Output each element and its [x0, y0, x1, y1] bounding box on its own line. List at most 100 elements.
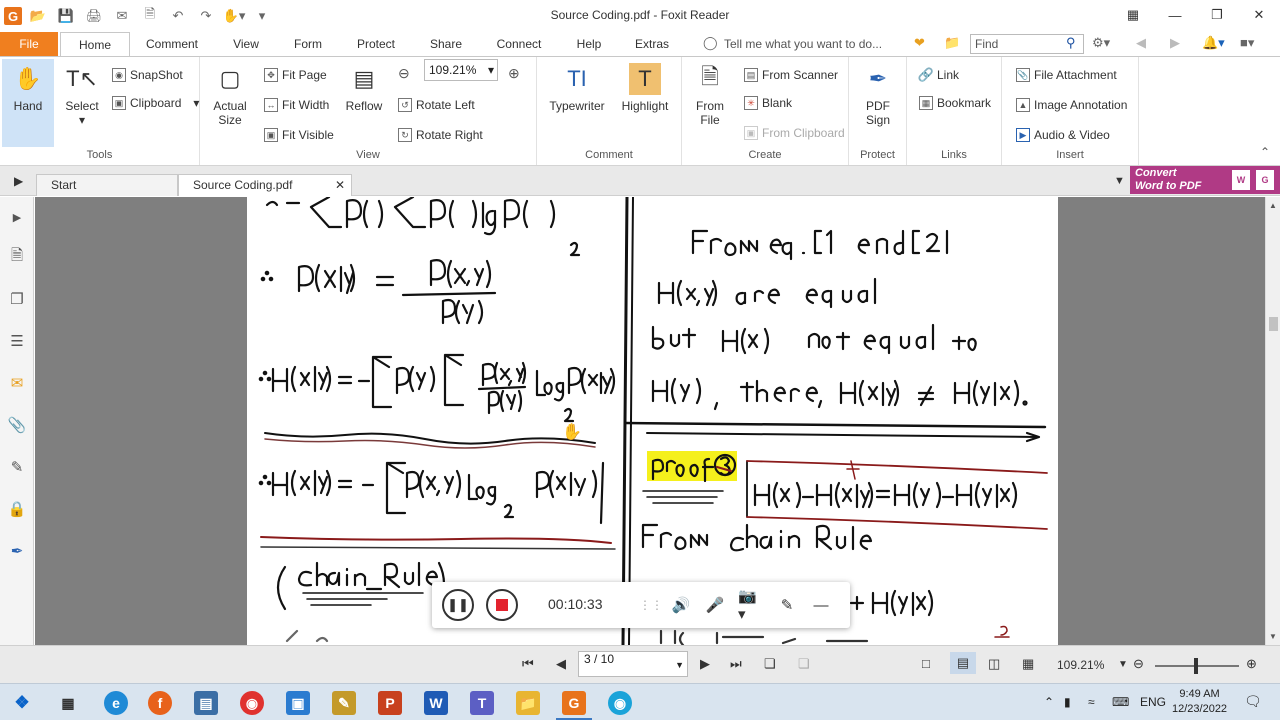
pause-recording-button[interactable]: ❚❚ [442, 589, 474, 621]
facing-view-icon[interactable]: ◫ [988, 656, 1000, 672]
undo-icon[interactable]: ↶ [166, 6, 190, 26]
foxit-reader-taskbar-icon[interactable]: G [562, 691, 586, 715]
firefox-icon[interactable]: f [148, 691, 172, 715]
signature-panel-icon[interactable]: ✎ [7, 457, 27, 477]
close-button[interactable]: ✕ [1238, 0, 1280, 30]
certify-icon[interactable]: ✒ [7, 541, 27, 561]
search-folder-icon[interactable]: 📁 [944, 35, 960, 51]
windows-start-icon[interactable]: ❖ [10, 691, 34, 715]
clipboard-button[interactable]: ▣ Clipboard ▾ [112, 93, 199, 113]
image-annotation-button[interactable]: ▲ Image Annotation [1016, 95, 1127, 115]
continuous-facing-icon[interactable]: ▦ [1022, 656, 1034, 672]
task-view-icon[interactable]: ▦ [56, 691, 80, 715]
vertical-scrollbar[interactable]: ▲ ▼ [1265, 197, 1280, 645]
pdf-sign-button[interactable]: ✒ PDF Sign [852, 59, 904, 147]
scroll-thumb[interactable] [1269, 317, 1278, 331]
language-indicator[interactable]: ENG [1140, 695, 1166, 709]
attachments-icon[interactable]: 📎 [7, 415, 27, 435]
drag-handle-icon[interactable]: ⋮⋮ [639, 594, 663, 616]
gear-icon[interactable]: ⚙▾ [1092, 35, 1110, 51]
zoom-in-icon[interactable]: ⊕ [508, 65, 520, 82]
save-icon[interactable]: 💾 [54, 6, 78, 26]
back-icon[interactable]: ◀ [1136, 35, 1146, 51]
page-number-input[interactable]: 3 / 10 ▼ [578, 651, 688, 677]
fit-visible-button[interactable]: ▣ Fit Visible [264, 125, 334, 145]
edge-browser-icon[interactable]: e [104, 691, 128, 715]
show-hidden-icons[interactable]: ⌃ [1044, 695, 1054, 709]
previous-view-icon[interactable]: ❏ [764, 656, 776, 672]
system-clock[interactable]: 9:49 AM 12/23/2022 [1172, 687, 1227, 717]
chrome-icon[interactable]: ◉ [240, 691, 264, 715]
pdf-page[interactable] [247, 197, 1058, 645]
comments-icon[interactable]: ✉ [7, 373, 27, 393]
next-page-icon[interactable]: ▶ [700, 656, 710, 672]
restore-button[interactable]: ❐ [1196, 0, 1238, 30]
tab-home[interactable]: Home [60, 32, 130, 57]
audio-video-button[interactable]: ▶ Audio & Video [1016, 125, 1110, 145]
remote-desktop-icon[interactable]: ▣ [286, 691, 310, 715]
minimize-button[interactable]: — [1154, 0, 1196, 30]
document-viewport[interactable] [35, 197, 1265, 645]
battery-icon[interactable]: ▮ [1064, 695, 1071, 709]
powerpoint-icon[interactable]: P [378, 691, 402, 715]
bookmark-button[interactable]: ▦ Bookmark [919, 93, 991, 113]
pages-icon[interactable]: ❐ [7, 289, 27, 309]
tell-me-input[interactable]: Tell me what you want to do... [724, 37, 882, 51]
scroll-up-icon[interactable]: ▲ [1269, 201, 1277, 210]
previous-page-icon[interactable]: ◀ [556, 656, 566, 672]
user-icon[interactable]: ■▾ [1240, 35, 1254, 51]
expand-panel-icon[interactable]: ▶ [7, 207, 27, 227]
tab-start[interactable]: Start [36, 174, 178, 196]
collapse-ribbon-icon[interactable]: ⌃ [1260, 145, 1270, 159]
fit-width-button[interactable]: ↔ Fit Width [264, 95, 329, 115]
zoom-in-status-icon[interactable]: ⊕ [1246, 656, 1257, 672]
computer-icon[interactable]: ▤ [194, 691, 218, 715]
speaker-icon[interactable]: 🔊 [670, 594, 692, 616]
snapshot-button[interactable]: ◉ SnapShot [112, 65, 183, 85]
forward-icon[interactable]: ▶ [1170, 35, 1180, 51]
microphone-muted-icon[interactable]: 🎤 [704, 594, 726, 616]
heart-icon[interactable]: ❤ [914, 35, 925, 51]
scroll-down-icon[interactable]: ▼ [1269, 632, 1277, 641]
rotate-left-button[interactable]: ↺ Rotate Left [398, 95, 475, 115]
tab-comment[interactable]: Comment [138, 32, 206, 56]
select-button[interactable]: T↖ Select ▾ [56, 59, 108, 147]
blank-button[interactable]: ✳ Blank [744, 93, 792, 113]
zoom-level[interactable]: 109.21% [1057, 658, 1104, 672]
from-scanner-button[interactable]: ▤ From Scanner [744, 65, 838, 85]
webcam-off-icon[interactable]: 📷▾ [738, 588, 760, 623]
layers-icon[interactable]: ☰ [7, 331, 27, 351]
rotate-right-button[interactable]: ↻ Rotate Right [398, 125, 483, 145]
link-button[interactable]: 🔗 Link [918, 65, 959, 85]
print-icon[interactable]: 🖨 [82, 6, 106, 26]
new-document-icon[interactable]: 🗎 [138, 6, 162, 26]
highlight-button[interactable]: T Highlight [615, 59, 675, 147]
pin-panel-icon[interactable]: ▶ [14, 174, 23, 188]
actual-size-button[interactable]: ▢ Actual Size [204, 59, 256, 147]
stop-recording-button[interactable] [486, 589, 518, 621]
minimize-recorder-icon[interactable]: — [810, 594, 832, 616]
last-page-icon[interactable]: ⏭ [730, 656, 742, 672]
notification-center-icon[interactable]: 🗨 [1244, 693, 1262, 710]
tabs-dropdown-icon[interactable]: ▼ [1114, 175, 1125, 187]
tab-form[interactable]: Form [286, 32, 330, 56]
search-icon[interactable]: ⚲ [1066, 35, 1076, 51]
next-view-icon[interactable]: ❏ [798, 656, 810, 672]
bell-icon[interactable]: 🔔▾ [1202, 35, 1225, 51]
reflow-button[interactable]: ▤ Reflow [338, 59, 390, 147]
tab-extras[interactable]: Extras [628, 32, 676, 56]
open-icon[interactable]: 📂 [26, 6, 50, 26]
tab-file[interactable]: File [0, 32, 58, 56]
close-tab-icon[interactable]: ✕ [335, 175, 345, 195]
customize-toolbar-icon[interactable]: ▾ [250, 6, 274, 26]
keyboard-icon[interactable]: ⌨ [1112, 695, 1129, 709]
files-app-icon[interactable]: ✎ [332, 691, 356, 715]
zoom-dropdown-icon[interactable]: ▼ [1118, 659, 1128, 670]
tab-source-coding[interactable]: Source Coding.pdf ✕ [178, 174, 352, 196]
from-file-button[interactable]: 🗎 From File [684, 59, 736, 147]
tab-protect[interactable]: Protect [348, 32, 404, 56]
teams-icon[interactable]: T [470, 691, 494, 715]
continuous-view-icon[interactable]: ▤ [950, 652, 976, 674]
zoom-out-icon[interactable]: ⊖ [398, 65, 410, 82]
from-clipboard-button[interactable]: ▣ From Clipboard [744, 123, 845, 143]
